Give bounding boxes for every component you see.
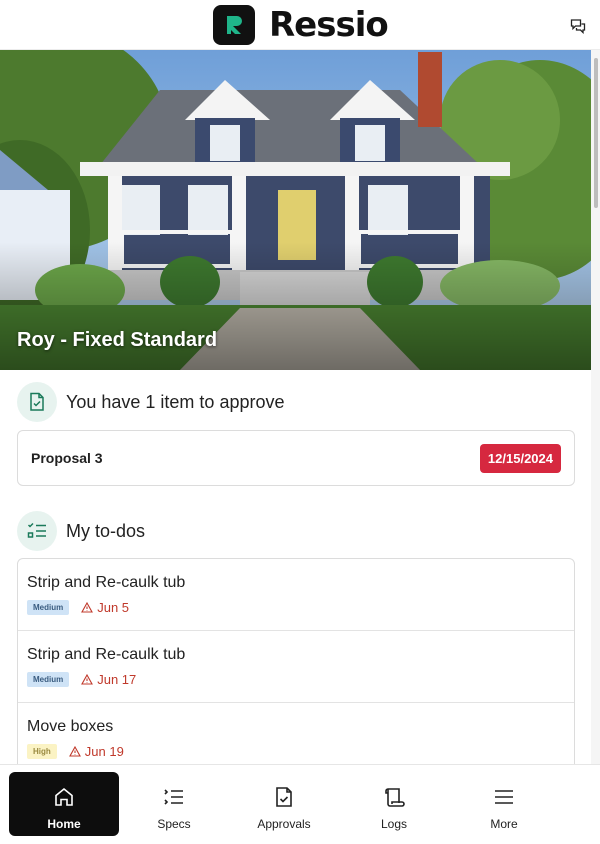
nav-approvals[interactable]: Approvals	[229, 772, 339, 836]
todo-title: Strip and Re-caulk tub	[27, 646, 186, 663]
due-date-text: Jun 5	[97, 600, 130, 615]
brand-name: Ressio	[269, 5, 389, 45]
approval-item[interactable]: Proposal 3 12/15/2024	[17, 430, 575, 486]
approval-date-badge: 12/15/2024	[479, 443, 561, 473]
nav-label: Logs	[380, 817, 408, 831]
nav-label: Home	[47, 817, 81, 831]
todo-title: Move boxes	[27, 718, 114, 735]
nav-logs[interactable]: Logs	[339, 772, 449, 836]
scrollbar-thumb[interactable]	[594, 58, 598, 208]
priority-badge: High	[27, 744, 57, 759]
todo-item[interactable]: Strip and Re-caulk tub Medium Jun 5	[18, 559, 574, 631]
warning-icon	[81, 602, 94, 613]
priority-badge: Medium	[27, 600, 70, 615]
nav-label: More	[490, 817, 518, 831]
warning-icon	[81, 674, 94, 685]
todo-item[interactable]: Strip and Re-caulk tub Medium Jun 17	[18, 631, 574, 703]
chat-icon[interactable]	[568, 16, 588, 36]
app-header: Ressio	[0, 0, 600, 50]
nav-label: Approvals	[257, 817, 311, 831]
todo-list: Strip and Re-caulk tub Medium Jun 5 Stri…	[17, 558, 575, 778]
bottom-nav: Home Specs Approvals Logs More	[0, 764, 600, 844]
todos-heading: My to-dos	[66, 520, 146, 541]
due-date-text: Jun 19	[84, 744, 124, 759]
warning-icon	[68, 746, 81, 757]
ressio-logo-icon	[213, 5, 255, 45]
project-title: Roy - Fixed Standard	[17, 329, 218, 351]
project-hero-image[interactable]: Roy - Fixed Standard	[0, 50, 591, 370]
document-check-icon	[17, 382, 57, 422]
list-icon	[164, 789, 183, 805]
menu-icon	[495, 790, 513, 804]
todo-title: Strip and Re-caulk tub	[27, 574, 186, 591]
approvals-heading: You have 1 item to approve	[66, 391, 285, 412]
nav-more[interactable]: More	[449, 772, 559, 836]
document-check-icon	[276, 787, 292, 807]
house-photo	[0, 50, 591, 370]
due-date: Jun 5	[81, 600, 129, 615]
nav-label: Specs	[157, 817, 191, 831]
approval-item-name: Proposal 3	[31, 450, 103, 466]
nav-home[interactable]: Home	[9, 772, 119, 836]
scroll-icon	[385, 788, 405, 807]
approvals-section-header: You have 1 item to approve	[17, 382, 285, 422]
priority-badge: Medium	[27, 672, 70, 687]
nav-specs[interactable]: Specs	[119, 772, 229, 836]
home-icon	[55, 787, 73, 806]
checklist-icon	[17, 511, 57, 551]
due-date-text: Jun 17	[97, 672, 137, 687]
due-date: Jun 19	[68, 744, 124, 759]
todos-section-header: My to-dos	[17, 511, 145, 551]
due-date: Jun 17	[81, 672, 136, 687]
brand[interactable]: Ressio	[213, 5, 389, 45]
